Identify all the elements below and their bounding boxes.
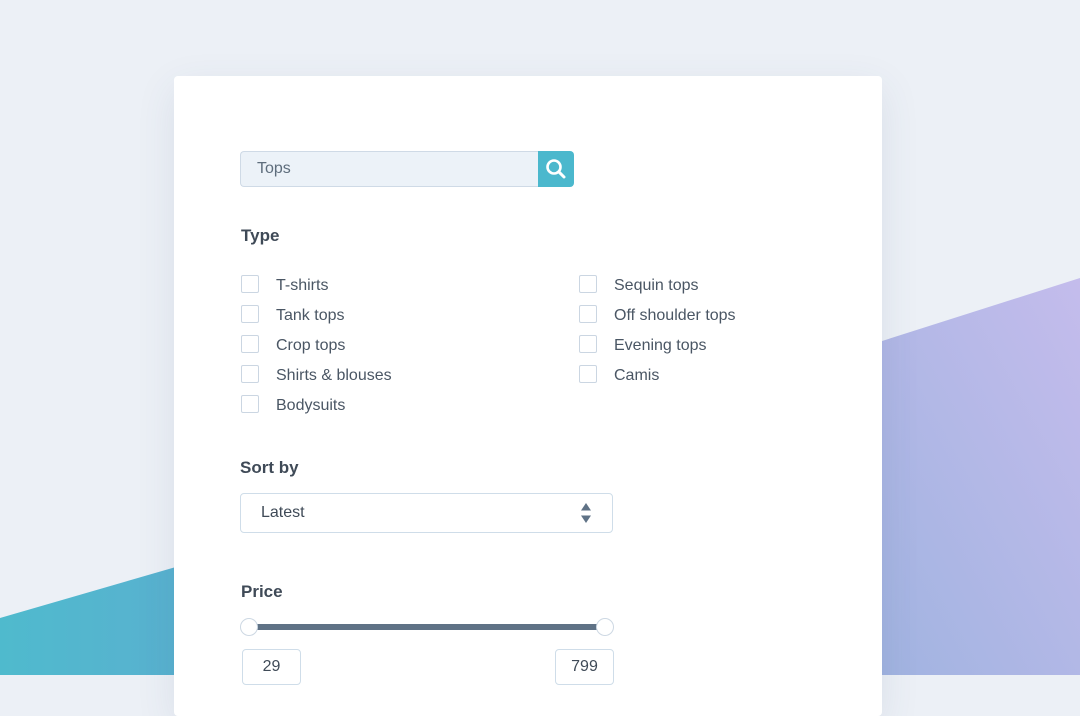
type-option[interactable]: Shirts & blouses (241, 359, 392, 389)
search-icon (546, 159, 566, 179)
type-option[interactable]: T-shirts (241, 269, 392, 299)
type-options-right: Sequin tops Off shoulder tops Evening to… (579, 269, 736, 389)
type-option[interactable]: Sequin tops (579, 269, 736, 299)
sort-select[interactable]: Latest (240, 493, 613, 533)
type-heading: Type (241, 226, 280, 245)
price-range-slider[interactable] (240, 618, 614, 636)
option-label: T-shirts (276, 277, 329, 294)
option-label: Tank tops (276, 307, 345, 324)
search-input[interactable] (240, 151, 538, 187)
price-max-input[interactable]: 799 (555, 649, 614, 685)
checkbox[interactable] (241, 305, 259, 323)
option-label: Evening tops (614, 337, 707, 354)
price-heading: Price (241, 582, 283, 601)
option-label: Camis (614, 367, 660, 384)
price-min-input[interactable]: 29 (242, 649, 301, 685)
checkbox[interactable] (241, 365, 259, 383)
checkbox[interactable] (579, 305, 597, 323)
sort-heading: Sort by (240, 458, 299, 477)
type-option[interactable]: Bodysuits (241, 389, 392, 419)
option-label: Shirts & blouses (276, 367, 392, 384)
checkbox[interactable] (579, 275, 597, 293)
type-options-left: T-shirts Tank tops Crop tops Shirts & bl… (241, 269, 392, 419)
type-option[interactable]: Crop tops (241, 329, 392, 359)
search-bar (240, 151, 574, 187)
slider-track (250, 624, 604, 630)
slider-min-handle[interactable] (240, 618, 258, 636)
option-label: Crop tops (276, 337, 346, 354)
option-label: Bodysuits (276, 397, 346, 414)
option-label: Off shoulder tops (614, 307, 736, 324)
type-option[interactable]: Tank tops (241, 299, 392, 329)
checkbox[interactable] (241, 335, 259, 353)
checkbox[interactable] (579, 365, 597, 383)
search-button[interactable] (538, 151, 574, 187)
checkbox[interactable] (579, 335, 597, 353)
type-option[interactable]: Off shoulder tops (579, 299, 736, 329)
sort-selected-value: Latest (261, 504, 305, 521)
option-label: Sequin tops (614, 277, 699, 294)
checkbox[interactable] (241, 275, 259, 293)
slider-max-handle[interactable] (596, 618, 614, 636)
type-option[interactable]: Camis (579, 359, 736, 389)
filter-card: Type T-shirts Tank tops Crop tops Shirts… (174, 76, 882, 716)
sort-arrows-icon (580, 502, 592, 524)
checkbox[interactable] (241, 395, 259, 413)
type-option[interactable]: Evening tops (579, 329, 736, 359)
